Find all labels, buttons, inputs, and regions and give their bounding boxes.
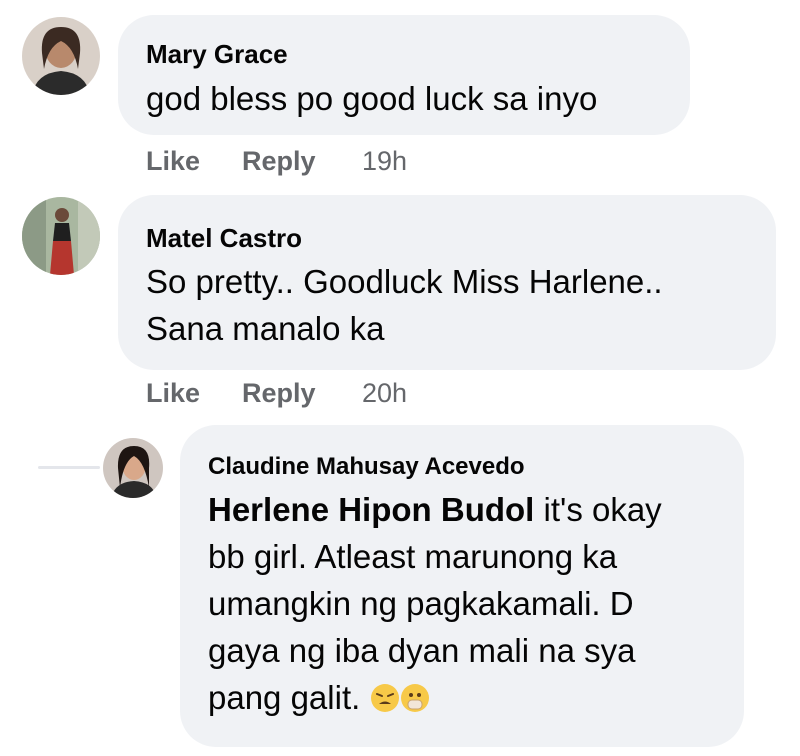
comment-author[interactable]: Mary Grace	[146, 39, 288, 70]
comment-text: god bless po good luck sa inyo	[146, 80, 598, 117]
reply-text-line: pang galit.	[208, 674, 430, 721]
reply-text-line: Herlene Hipon Budol it's okay	[208, 486, 662, 533]
reply-button[interactable]: Reply	[242, 378, 316, 409]
reply-button[interactable]: Reply	[242, 146, 316, 177]
comment-timestamp[interactable]: 19h	[362, 146, 407, 177]
comment-timestamp[interactable]: 20h	[362, 378, 407, 409]
comment-author[interactable]: Matel Castro	[146, 223, 302, 254]
like-button[interactable]: Like	[146, 146, 200, 177]
reply-author[interactable]: Claudine Mahusay Acevedo	[208, 453, 525, 481]
tired-face-emoji	[371, 684, 400, 712]
reply-text-line: bb girl. Atleast marunong ka	[208, 538, 618, 575]
comment-bubble: Matel Castro So pretty.. Goodluck Miss H…	[118, 195, 776, 370]
avatar-claudine-mahusay-acevedo[interactable]	[103, 438, 163, 498]
reply-text-segment: it's okay	[534, 491, 662, 528]
reply-text-segment: pang galit.	[208, 679, 361, 716]
reply-text-line: umangkin ng pagkakamali. D	[208, 585, 634, 622]
comment-text-line: So pretty.. Goodluck Miss Harlene..	[146, 263, 663, 300]
like-button[interactable]: Like	[146, 378, 200, 409]
mention-link[interactable]: Herlene Hipon Budol	[208, 491, 534, 528]
face-with-open-eyes-hand-over-mouth-emoji	[401, 684, 430, 712]
comment-bubble: Mary Grace god bless po good luck sa iny…	[118, 15, 690, 135]
reply-bubble: Claudine Mahusay Acevedo Herlene Hipon B…	[180, 425, 744, 747]
reply-text-line: gaya ng iba dyan mali na sya	[208, 632, 636, 669]
avatar-mary-grace[interactable]	[22, 17, 100, 95]
comment-text-line: Sana manalo ka	[146, 310, 385, 347]
avatar-matel-castro[interactable]	[22, 197, 100, 275]
reply-thread-connector	[38, 466, 100, 469]
